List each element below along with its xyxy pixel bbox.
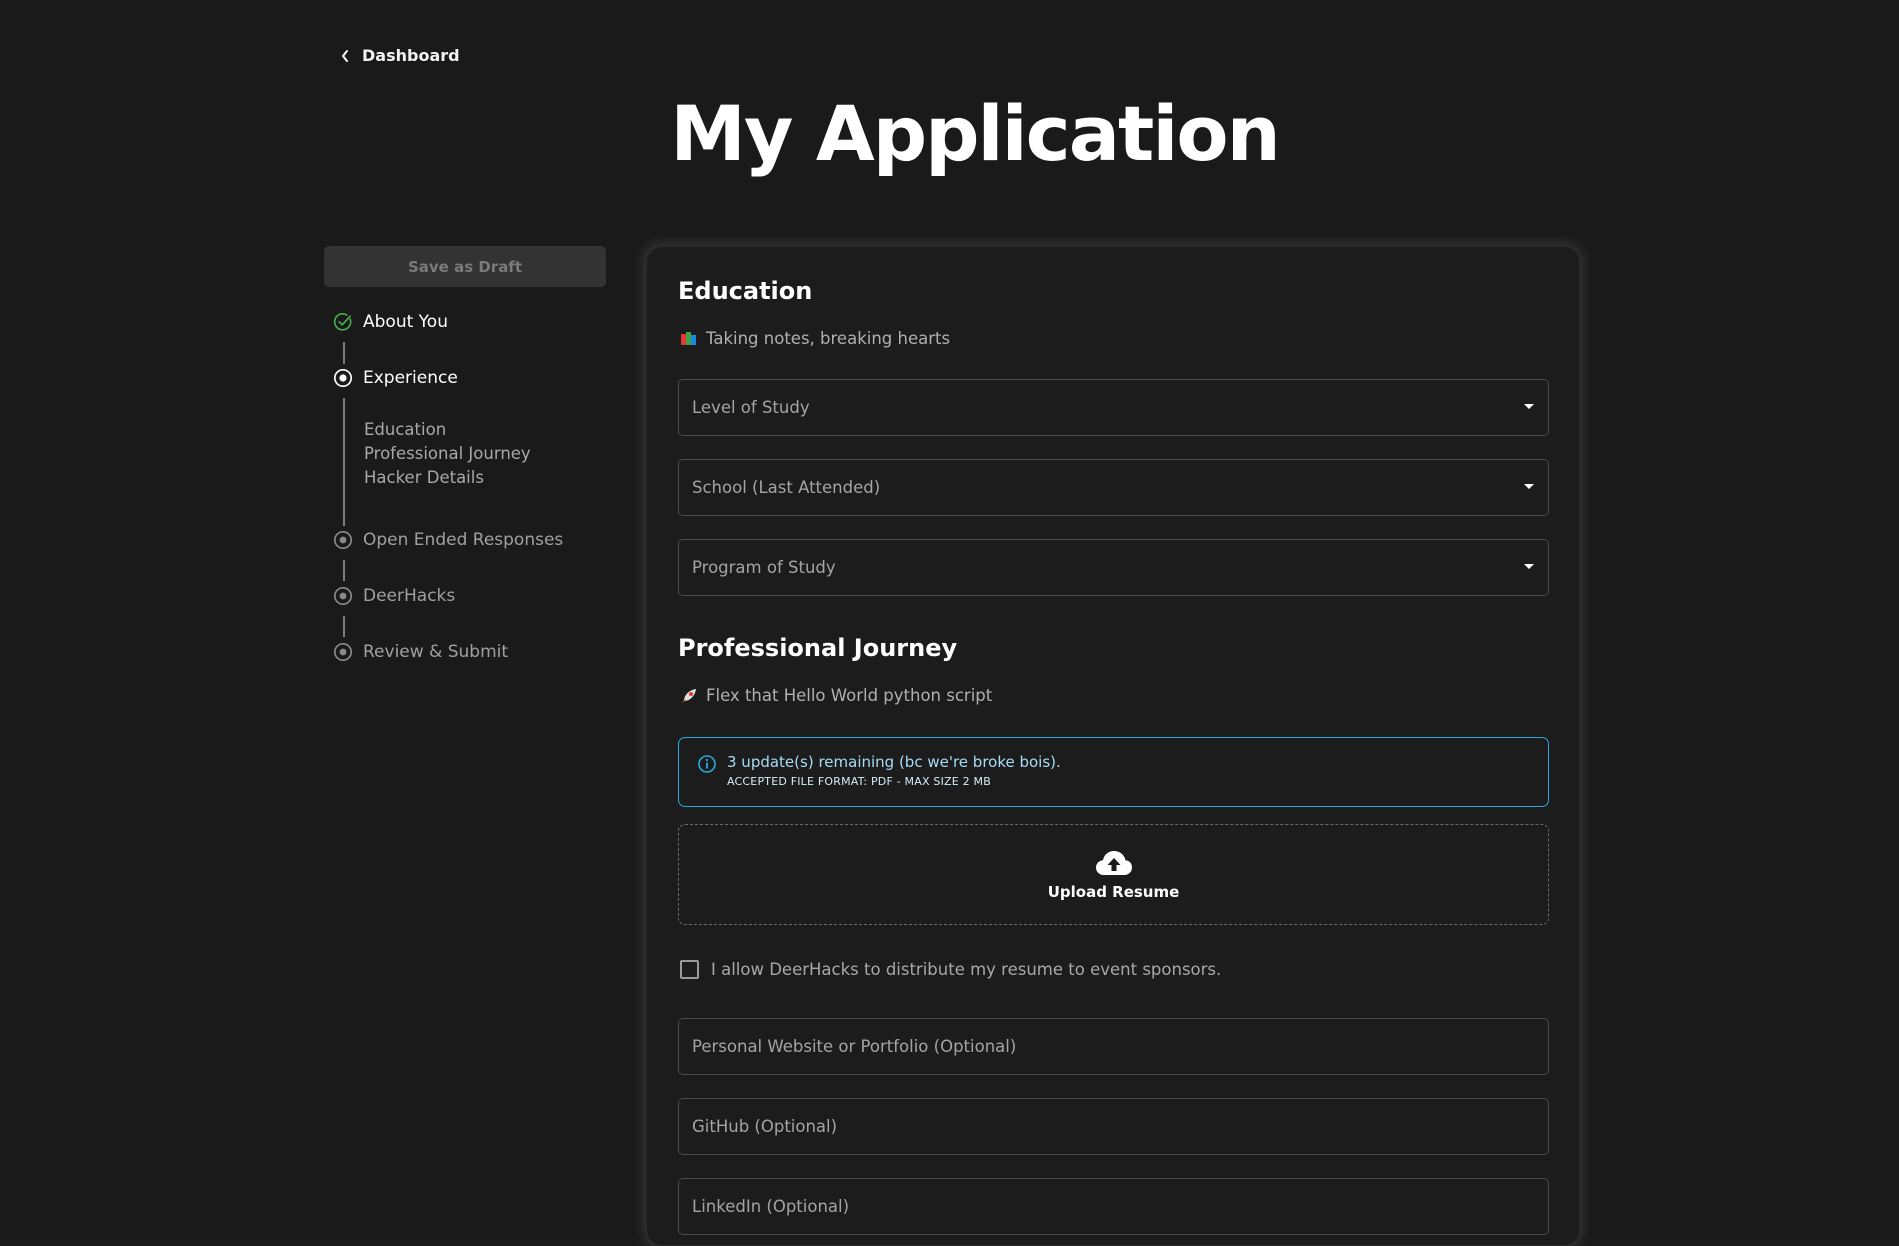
resume-consent: I allow DeerHacks to distribute my resum… (680, 960, 1221, 979)
step-label: Experience (363, 368, 458, 388)
info-sub-text: ACCEPTED FILE FORMAT: PDF - MAX SIZE 2 M… (727, 775, 991, 788)
school-placeholder: School (Last Attended) (692, 478, 881, 497)
back-link-label: Dashboard (362, 46, 460, 65)
school-select[interactable]: School (Last Attended) (678, 459, 1549, 516)
step-label: Open Ended Responses (363, 530, 564, 550)
level-of-study-select[interactable]: Level of Study (678, 379, 1549, 436)
save-as-draft-button[interactable]: Save as Draft (324, 246, 606, 287)
step-connector (343, 342, 345, 364)
caret-down-icon (1524, 404, 1534, 409)
step-label: DeerHacks (363, 586, 456, 606)
step-experience[interactable]: Experience (333, 368, 458, 388)
step-connector (343, 616, 345, 637)
caret-down-icon (1524, 484, 1534, 489)
books-icon (681, 331, 696, 345)
upload-resume-label: Upload Resume (1047, 882, 1180, 901)
step-label: Review & Submit (363, 642, 509, 662)
radio-upcoming-icon (333, 586, 353, 606)
substep-hacker-details[interactable]: Hacker Details (364, 468, 484, 487)
radio-current-icon (333, 368, 353, 388)
personal-website-input[interactable] (678, 1018, 1549, 1075)
github-input[interactable] (678, 1098, 1549, 1155)
professional-section-title: Professional Journey (678, 634, 958, 662)
professional-subtitle: Flex that Hello World python script (680, 686, 992, 705)
page-title: My Application (670, 89, 1280, 178)
program-of-study-select[interactable]: Program of Study (678, 539, 1549, 596)
step-review-submit[interactable]: Review & Submit (333, 642, 508, 662)
cloud-upload-icon (1095, 850, 1132, 875)
level-of-study-placeholder: Level of Study (692, 398, 810, 417)
application-form-card: Education Taking notes, breaking hearts … (646, 246, 1580, 1246)
education-subtitle-text: Taking notes, breaking hearts (706, 329, 951, 348)
step-deerhacks[interactable]: DeerHacks (333, 586, 455, 606)
info-main-text: 3 update(s) remaining (bc we're broke bo… (727, 753, 1061, 771)
upload-resume-dropzone[interactable]: Upload Resume (678, 824, 1549, 925)
radio-upcoming-icon (333, 642, 353, 662)
info-icon (698, 755, 716, 773)
resume-consent-checkbox[interactable] (680, 960, 699, 979)
education-section-title: Education (678, 277, 813, 305)
linkedin-input[interactable] (678, 1178, 1549, 1235)
program-placeholder: Program of Study (692, 558, 836, 577)
back-to-dashboard-link[interactable]: Dashboard (340, 46, 460, 65)
step-about-you[interactable]: About You (333, 312, 448, 332)
professional-subtitle-text: Flex that Hello World python script (706, 686, 993, 705)
step-connector (343, 398, 345, 526)
step-connector (343, 560, 345, 581)
resume-consent-label: I allow DeerHacks to distribute my resum… (711, 960, 1222, 979)
substep-professional-journey[interactable]: Professional Journey (364, 444, 531, 463)
education-subtitle: Taking notes, breaking hearts (680, 329, 950, 348)
chevron-left-icon (342, 49, 348, 62)
sidebar: Save as Draft About You Experience Educa… (324, 246, 606, 662)
step-label: About You (363, 312, 448, 332)
caret-down-icon (1524, 564, 1534, 569)
rocket-icon (682, 688, 696, 703)
radio-upcoming-icon (333, 530, 353, 550)
resume-info-alert: 3 update(s) remaining (bc we're broke bo… (678, 737, 1549, 807)
check-circle-icon (333, 313, 352, 331)
substep-education[interactable]: Education (364, 420, 446, 439)
step-open-ended-responses[interactable]: Open Ended Responses (333, 530, 563, 550)
